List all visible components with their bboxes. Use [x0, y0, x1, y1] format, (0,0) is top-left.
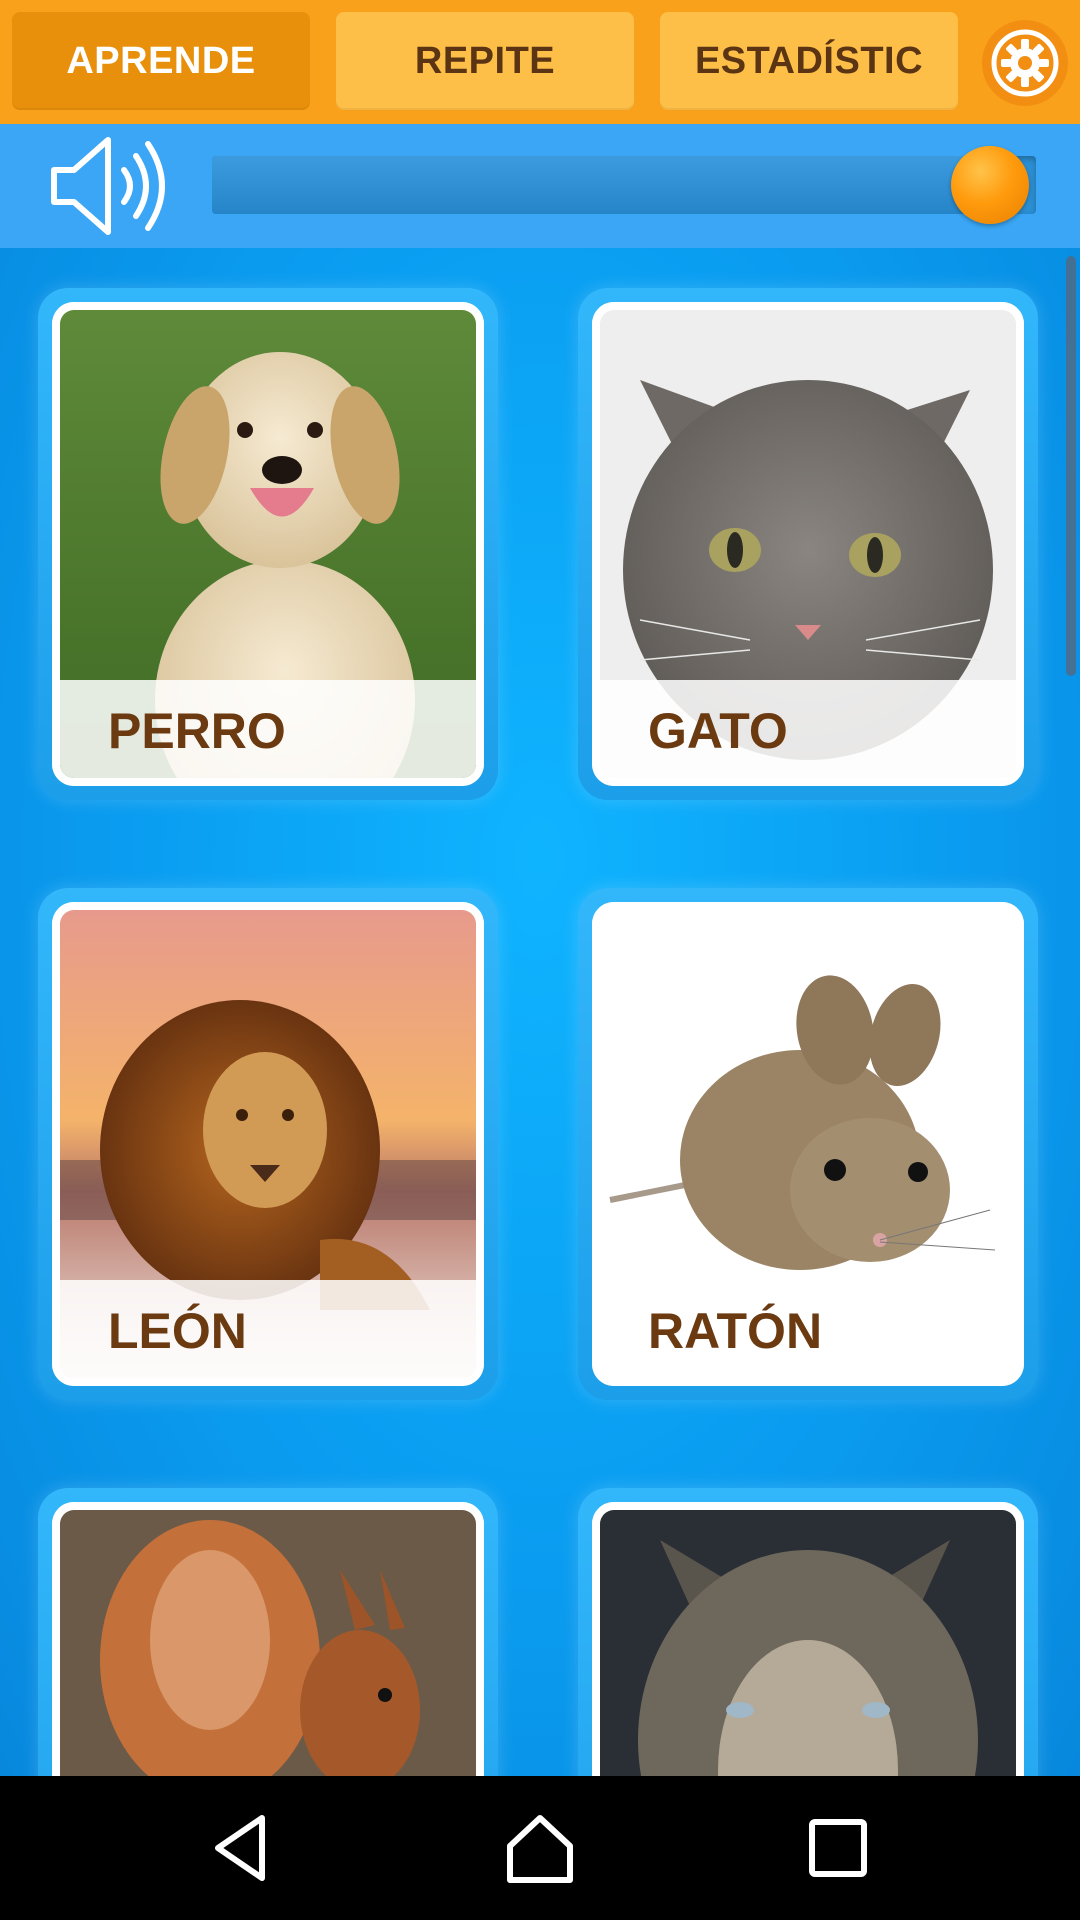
- gato-image: GATO: [600, 310, 1016, 778]
- volume-fill: [212, 156, 995, 214]
- card-raton[interactable]: RATÓN: [578, 888, 1038, 1400]
- sound-bar: [0, 124, 1080, 248]
- system-nav-bar: [0, 1776, 1080, 1920]
- top-tab-bar: APRENDE REPITE ESTADÍSTIC: [0, 0, 1080, 124]
- settings-button[interactable]: [982, 20, 1068, 106]
- card-leon[interactable]: LEÓN: [38, 888, 498, 1400]
- tab-repite[interactable]: REPITE: [336, 12, 634, 110]
- volume-knob[interactable]: [950, 146, 1029, 224]
- back-icon[interactable]: [204, 1810, 280, 1886]
- card-label: PERRO: [108, 703, 286, 759]
- card-label: LEÓN: [108, 1303, 247, 1359]
- home-icon[interactable]: [502, 1810, 578, 1886]
- scrollbar[interactable]: [1066, 256, 1076, 676]
- speaker-icon[interactable]: [46, 126, 166, 246]
- card-gato[interactable]: GATO: [578, 288, 1038, 800]
- tab-aprende[interactable]: APRENDE: [12, 12, 310, 110]
- recents-icon[interactable]: [800, 1810, 876, 1886]
- volume-slider[interactable]: [212, 146, 1036, 224]
- gear-icon: [991, 29, 1059, 97]
- squirrel-image: [60, 1510, 476, 1776]
- tab-estadisticas[interactable]: ESTADÍSTIC: [660, 12, 958, 110]
- raton-image: RATÓN: [600, 910, 1016, 1378]
- card-perro[interactable]: PERRO: [38, 288, 498, 800]
- card-label: RATÓN: [648, 1303, 823, 1359]
- animal-grid: PERRO GATO LEÓN RATÓN: [0, 248, 1080, 1776]
- perro-image: PERRO: [60, 310, 476, 778]
- wolf-image: [600, 1510, 1016, 1776]
- card-lobo[interactable]: [578, 1488, 1038, 1776]
- card-label: GATO: [648, 703, 788, 759]
- leon-image: LEÓN: [60, 910, 476, 1378]
- card-ardilla[interactable]: [38, 1488, 498, 1776]
